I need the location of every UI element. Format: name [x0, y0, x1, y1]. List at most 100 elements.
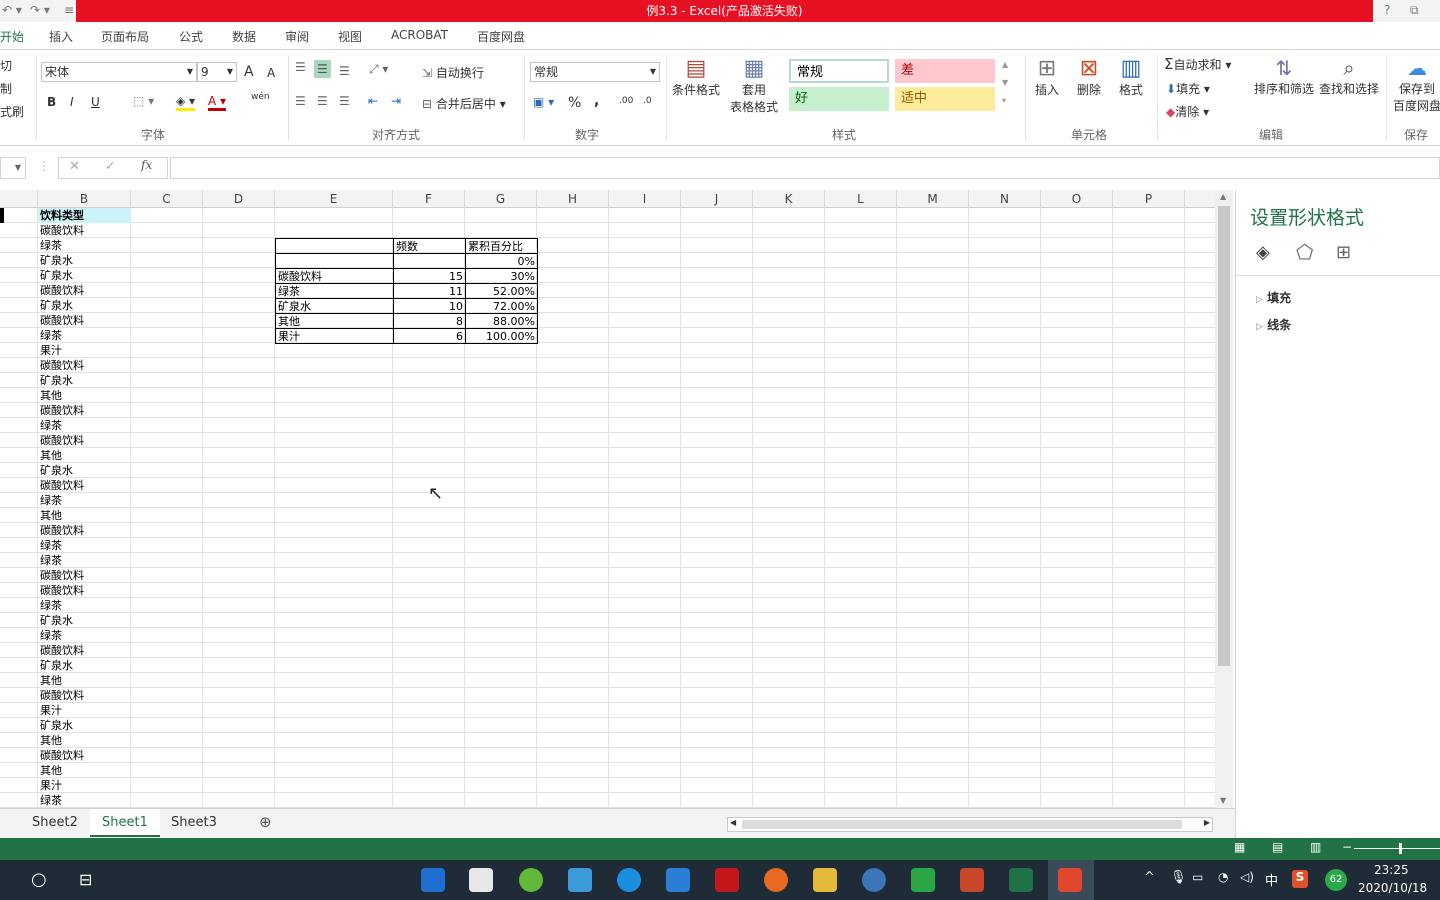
- font-name-select[interactable]: 宋体 ▼: [41, 62, 197, 82]
- ime-indicator[interactable]: 中: [1265, 870, 1278, 889]
- task-view-icon[interactable]: ⊟: [79, 870, 92, 889]
- browser-icon[interactable]: [519, 868, 543, 892]
- recorder-icon[interactable]: [1058, 868, 1082, 892]
- column-header-e[interactable]: E: [275, 190, 393, 208]
- cell-b9[interactable]: 绿茶: [38, 328, 131, 343]
- cell-b15[interactable]: 绿茶: [38, 418, 131, 433]
- freq-table-cell[interactable]: [393, 253, 466, 269]
- insert-function-icon[interactable]: fx: [141, 158, 152, 172]
- acrobat-icon[interactable]: [715, 868, 739, 892]
- border-icon[interactable]: ⬚ ▾: [133, 94, 154, 108]
- cell-b37[interactable]: 碳酸饮料: [38, 748, 131, 763]
- freq-table-cell[interactable]: 52.00%: [465, 283, 538, 299]
- freq-table-cell[interactable]: 72.00%: [465, 298, 538, 314]
- cell-b40[interactable]: 绿茶: [38, 793, 131, 808]
- freq-table-cell[interactable]: 30%: [465, 268, 538, 284]
- freq-table-cell[interactable]: 10: [393, 298, 466, 314]
- edge-icon[interactable]: [421, 868, 445, 892]
- enter-icon[interactable]: ✓: [105, 159, 116, 174]
- spreadsheet-grid[interactable]: 饮料类型 碳酸饮料 绿茶 矿泉水 矿泉水 碳酸饮料 矿泉水 碳酸饮料 绿茶 果汁 碳酸饮料 矿泉水 其他…: [0, 208, 1215, 808]
- delete-cells-button[interactable]: ⊠ 删除: [1074, 56, 1104, 98]
- cell-b12[interactable]: 矿泉水: [38, 373, 131, 388]
- cell-b38[interactable]: 其他: [38, 763, 131, 778]
- show-hidden-icon[interactable]: ^: [1144, 870, 1155, 885]
- column-header-c[interactable]: C: [131, 190, 203, 208]
- qq-browser-icon[interactable]: [617, 868, 641, 892]
- help-button[interactable]: ?: [1384, 3, 1390, 17]
- column-header-n[interactable]: N: [969, 190, 1041, 208]
- tab-review[interactable]: 审阅: [285, 28, 309, 45]
- column-header-b[interactable]: B: [38, 190, 131, 208]
- zoom-slider-thumb[interactable]: [1399, 843, 1402, 854]
- decrease-indent-icon[interactable]: ⇤: [368, 94, 378, 108]
- page-break-view-icon[interactable]: ▥: [1310, 840, 1321, 854]
- align-right-icon[interactable]: ☰: [339, 94, 350, 108]
- cut-button[interactable]: 切: [0, 57, 12, 74]
- undo-icon[interactable]: ↶ ▾: [2, 3, 22, 17]
- freq-table-cell[interactable]: [275, 253, 394, 269]
- tab-page-layout[interactable]: 页面布局: [101, 28, 149, 45]
- powerpoint-icon[interactable]: [960, 868, 984, 892]
- orientation-icon[interactable]: ⤢ ▾: [369, 62, 388, 77]
- section-fill[interactable]: ▷ 填充: [1256, 289, 1291, 306]
- hscroll-thumb[interactable]: [742, 820, 1182, 829]
- math-app-icon[interactable]: [862, 868, 886, 892]
- cell-b28[interactable]: 矿泉水: [38, 613, 131, 628]
- tab-data[interactable]: 数据: [232, 28, 256, 45]
- tab-view[interactable]: 视图: [338, 28, 362, 45]
- format-as-table-button[interactable]: ▦ 套用 表格格式: [724, 56, 784, 115]
- freq-table-cell[interactable]: 8: [393, 313, 466, 329]
- column-header-a[interactable]: [0, 190, 38, 208]
- sogou-icon[interactable]: S: [1292, 870, 1308, 888]
- restore-button[interactable]: ⧉: [1410, 3, 1419, 18]
- number-format-select[interactable]: 常规 ▼: [530, 62, 660, 82]
- column-header-l[interactable]: L: [825, 190, 897, 208]
- grow-font-button[interactable]: A: [244, 64, 254, 80]
- comma-button[interactable]: ,: [594, 93, 599, 109]
- tab-insert[interactable]: 插入: [49, 28, 73, 45]
- percent-button[interactable]: %: [568, 95, 581, 111]
- cell-b30[interactable]: 碳酸饮料: [38, 643, 131, 658]
- fill-button[interactable]: ⬇填充 ▾: [1166, 80, 1210, 97]
- style-good[interactable]: 好: [789, 87, 889, 111]
- column-header-g[interactable]: G: [465, 190, 537, 208]
- name-box[interactable]: ▼: [0, 157, 26, 179]
- cell-b34[interactable]: 果汁: [38, 703, 131, 718]
- cell-b7[interactable]: 矿泉水: [38, 298, 131, 313]
- copy-button[interactable]: 制: [0, 80, 12, 97]
- tab-baidu[interactable]: 百度网盘: [477, 28, 525, 45]
- cell-b32[interactable]: 其他: [38, 673, 131, 688]
- sheet-tab-sheet3[interactable]: Sheet3: [171, 815, 217, 830]
- tab-formulas[interactable]: 公式: [179, 28, 203, 45]
- cell-b20[interactable]: 绿茶: [38, 493, 131, 508]
- freq-table-cell[interactable]: 果汁: [275, 328, 394, 344]
- cell-b6[interactable]: 碳酸饮料: [38, 283, 131, 298]
- store-icon[interactable]: [469, 868, 493, 892]
- excel-icon[interactable]: [1009, 868, 1033, 892]
- save-baidu-button[interactable]: ☁ 保存到 百度网盘: [1392, 56, 1440, 114]
- tab-home[interactable]: 开始: [0, 28, 25, 45]
- battery-icon[interactable]: ▭: [1192, 870, 1203, 884]
- autosum-button[interactable]: Σ自动求和 ▾: [1164, 55, 1231, 73]
- style-normal[interactable]: 常规: [789, 59, 889, 83]
- section-line[interactable]: ▷ 线条: [1256, 316, 1291, 333]
- cell-b11[interactable]: 碳酸饮料: [38, 358, 131, 373]
- column-header-i[interactable]: I: [609, 190, 681, 208]
- clear-button[interactable]: ◆清除 ▾: [1166, 103, 1209, 120]
- fill-line-icon[interactable]: ◈: [1256, 242, 1270, 263]
- align-left-icon[interactable]: ☰: [295, 94, 306, 108]
- currency-icon[interactable]: ▣ ▾: [533, 95, 554, 109]
- cell-b2[interactable]: 碳酸饮料: [38, 223, 131, 238]
- formula-input[interactable]: [170, 157, 1440, 179]
- scroll-left-icon[interactable]: ◀: [730, 818, 736, 827]
- search-circle-icon[interactable]: ○: [31, 869, 47, 890]
- cell-b33[interactable]: 碳酸饮料: [38, 688, 131, 703]
- column-header-f[interactable]: F: [393, 190, 465, 208]
- sort-filter-button[interactable]: ⇅ 排序和筛选: [1253, 56, 1315, 97]
- scroll-down-icon[interactable]: ▼: [1220, 796, 1226, 805]
- cell-b27[interactable]: 绿茶: [38, 598, 131, 613]
- wifi-icon[interactable]: ◔: [1218, 870, 1228, 884]
- explorer-icon[interactable]: [813, 868, 837, 892]
- freq-table-cell[interactable]: 88.00%: [465, 313, 538, 329]
- cell-b25[interactable]: 碳酸饮料: [38, 568, 131, 583]
